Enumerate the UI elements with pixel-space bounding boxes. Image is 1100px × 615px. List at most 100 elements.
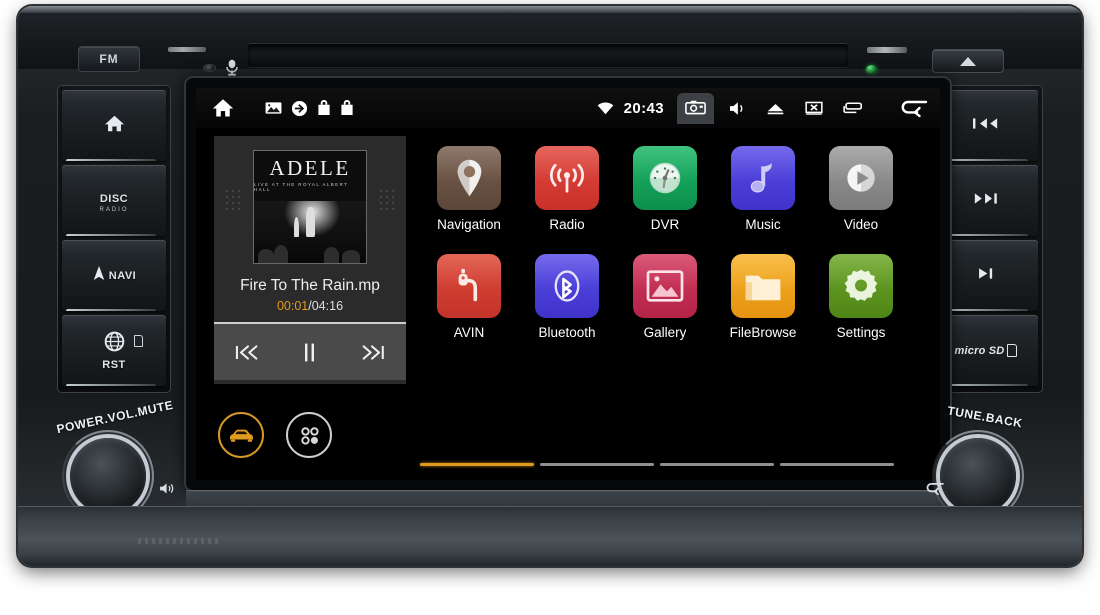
play-pause-icon (976, 267, 997, 285)
app-label: Navigation (437, 217, 501, 232)
eject-icon[interactable] (760, 98, 791, 119)
hw-button-home[interactable] (62, 90, 166, 161)
pause-icon[interactable] (294, 338, 325, 367)
home-icon[interactable] (212, 98, 234, 118)
music-player-widget[interactable]: ADELE LIVE AT THE ROYAL ALBERT HALL Fire… (214, 136, 406, 384)
hw-button-reset[interactable]: RST (62, 315, 166, 386)
av-input-icon (437, 254, 501, 318)
page-dash-4[interactable] (780, 463, 894, 466)
top-left-screw (168, 47, 206, 52)
recents-icon[interactable] (837, 98, 868, 118)
back-icon[interactable] (892, 94, 934, 122)
previous-icon[interactable] (227, 339, 269, 366)
fm-button[interactable]: FM (78, 46, 140, 72)
power-volume-knob[interactable] (70, 438, 146, 514)
music-note-icon (731, 146, 795, 210)
app-navigation[interactable]: Navigation (420, 146, 518, 232)
app-grid: Navigation Radio DVR Music Video AVIN Bl… (406, 128, 940, 480)
hw-button-radio-sublabel: RADIO (99, 206, 129, 213)
page-indicator[interactable] (420, 463, 894, 466)
home-screen-content: ADELE LIVE AT THE ROYAL ALBERT HALL Fire… (196, 128, 940, 480)
app-label: Video (843, 217, 879, 232)
gear-icon (829, 254, 893, 318)
volume-icon[interactable] (723, 97, 752, 120)
app-label: Music (745, 217, 781, 232)
app-video[interactable]: Video (812, 146, 910, 232)
track-title: Fire To The Rain.mp (240, 277, 380, 294)
status-bar-right: 20:43 (597, 92, 934, 124)
sd-card-icon (1007, 344, 1018, 357)
app-row-1: Navigation Radio DVR Music Video (420, 146, 940, 232)
touchscreen[interactable]: 20:43 ADELE LIVE AT THE ROYAL ALBERT HAL… (196, 88, 940, 480)
micro-sd-label: micro SD (954, 344, 1005, 357)
bluetooth-icon (535, 254, 599, 318)
app-label: Bluetooth (538, 325, 596, 340)
widget-dots-right (378, 188, 396, 210)
gauge-icon (633, 146, 697, 210)
page-dash-3[interactable] (660, 463, 774, 466)
bottom-vent (138, 538, 218, 544)
app-gallery[interactable]: Gallery (616, 254, 714, 340)
bottom-lip (18, 506, 1082, 566)
status-bar-clock: 20:43 (623, 99, 664, 117)
eject-icon (960, 56, 976, 66)
app-avin[interactable]: AVIN (420, 254, 518, 340)
image-icon[interactable] (265, 101, 282, 115)
app-radio[interactable]: Radio (518, 146, 616, 232)
app-label: Radio (549, 217, 585, 232)
track-duration: 04:16 (311, 299, 344, 313)
broadcast-icon (535, 146, 599, 210)
disc-slot[interactable] (248, 43, 848, 67)
product-photo: FM DISC RADIO NAVI RST micro SD 20:43 AD… (0, 0, 1100, 615)
screenshot-icon[interactable] (677, 92, 714, 124)
hw-button-disc-label: DISC (99, 192, 129, 205)
home-icon (104, 114, 125, 138)
wifi-icon (597, 101, 614, 115)
page-dash-1[interactable] (420, 463, 534, 466)
microphone-icon (224, 59, 240, 77)
hw-button-rst-label: RST (102, 359, 126, 371)
tune-back-knob[interactable] (940, 438, 1016, 514)
next-icon[interactable] (351, 339, 393, 366)
shopping-bag-icon[interactable] (340, 100, 354, 116)
hw-button-disc-radio[interactable]: DISC RADIO (62, 165, 166, 236)
previous-track-icon (972, 117, 1000, 135)
reset-pinhole[interactable] (203, 64, 216, 72)
hw-button-navi[interactable]: NAVI (62, 240, 166, 311)
album-cover-photo (254, 201, 366, 263)
app-label: Gallery (643, 325, 687, 340)
app-label: DVR (650, 217, 680, 232)
app-filebrowser[interactable]: FileBrowse (714, 254, 812, 340)
shopping-bag-icon[interactable] (317, 100, 331, 116)
sd-card-small-icon (133, 335, 143, 347)
power-led (866, 65, 877, 74)
album-art: ADELE LIVE AT THE ROYAL ALBERT HALL (253, 150, 367, 264)
album-subtitle: LIVE AT THE ROYAL ALBERT HALL (254, 182, 349, 192)
app-label: AVIN (453, 325, 485, 340)
track-elapsed: 00:01 (276, 299, 309, 313)
download-arrow-icon[interactable] (291, 100, 308, 117)
app-settings[interactable]: Settings (812, 254, 910, 340)
app-music[interactable]: Music (714, 146, 812, 232)
head-unit-body: FM DISC RADIO NAVI RST micro SD 20:43 AD… (18, 6, 1082, 566)
page-dash-2[interactable] (540, 463, 654, 466)
app-dvr[interactable]: DVR (616, 146, 714, 232)
folder-icon (731, 254, 795, 318)
globe-icon (103, 330, 126, 358)
widget-dots-left (224, 188, 242, 210)
top-face-strip: FM (18, 13, 1082, 76)
back-arrow-icon (924, 482, 945, 502)
eject-button[interactable] (932, 49, 1004, 73)
app-bluetooth[interactable]: Bluetooth (518, 254, 616, 340)
navi-icon (92, 265, 106, 286)
album-artist-name: ADELE (269, 156, 351, 180)
app-label: FileBrowse (729, 325, 797, 340)
status-bar-left (212, 98, 354, 118)
app-row-2: AVIN Bluetooth Gallery FileBrowse Settin… (420, 254, 940, 340)
screen-off-icon[interactable] (799, 97, 829, 120)
top-right-screw (867, 47, 907, 53)
car-mode-button[interactable] (218, 412, 264, 458)
app-drawer-button[interactable] (286, 412, 332, 458)
android-status-bar: 20:43 (196, 88, 940, 128)
next-track-icon (972, 192, 1000, 210)
